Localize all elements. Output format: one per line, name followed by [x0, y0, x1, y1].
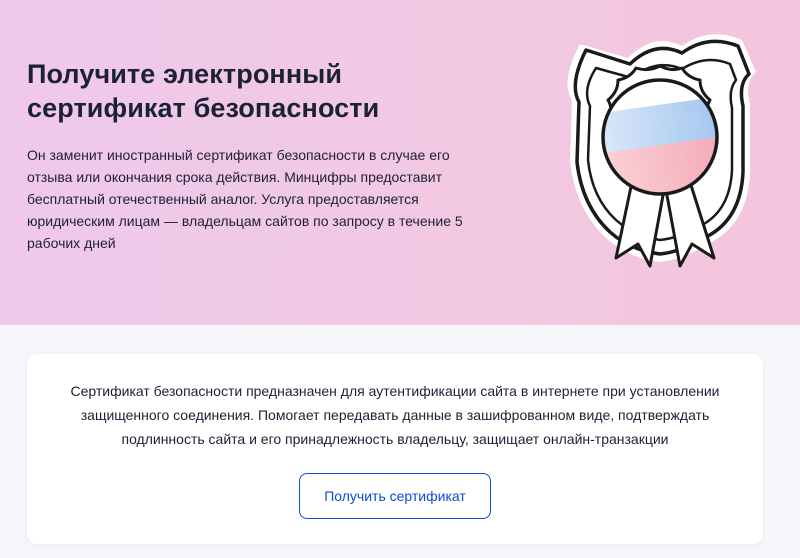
certificate-badge-icon [567, 34, 756, 268]
info-card-text: Сертификат безопасности предназначен для… [70, 383, 720, 447]
hero-description: Он заменит иностранный сертификат безопа… [27, 147, 463, 251]
hero-banner: Получите электронный сертификат безопасн… [0, 0, 800, 325]
get-certificate-button[interactable]: Получить сертификат [299, 473, 491, 519]
info-card: Сертификат безопасности предназначен для… [27, 354, 763, 544]
page-title: Получите электронный сертификат безопасн… [27, 59, 380, 123]
